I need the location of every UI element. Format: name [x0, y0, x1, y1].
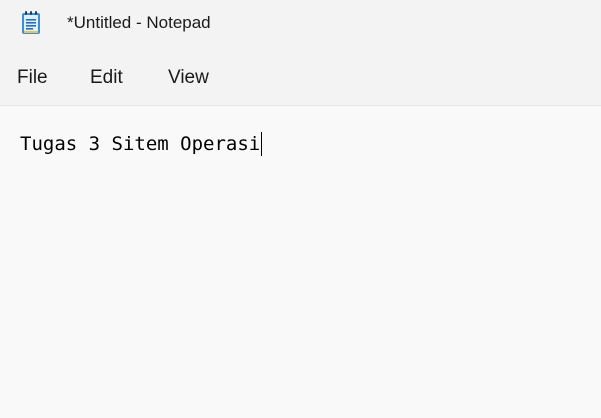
menu-edit[interactable]: Edit: [90, 67, 123, 89]
text-editor[interactable]: Tugas 3 Sitem Operasi: [0, 106, 601, 418]
editor-content-line[interactable]: Tugas 3 Sitem Operasi: [20, 132, 263, 156]
title-bar[interactable]: *Untitled - Notepad: [0, 0, 601, 47]
notepad-icon: [21, 11, 41, 35]
text-caret: [261, 132, 263, 156]
menu-bar: File Edit View: [0, 47, 601, 105]
menu-view[interactable]: View: [168, 67, 209, 89]
menu-file[interactable]: File: [17, 67, 48, 89]
editor-text: Tugas 3 Sitem Operasi: [20, 133, 261, 155]
notepad-window: *Untitled - Notepad File Edit View Tugas…: [0, 0, 601, 418]
window-title: *Untitled - Notepad: [67, 13, 211, 32]
